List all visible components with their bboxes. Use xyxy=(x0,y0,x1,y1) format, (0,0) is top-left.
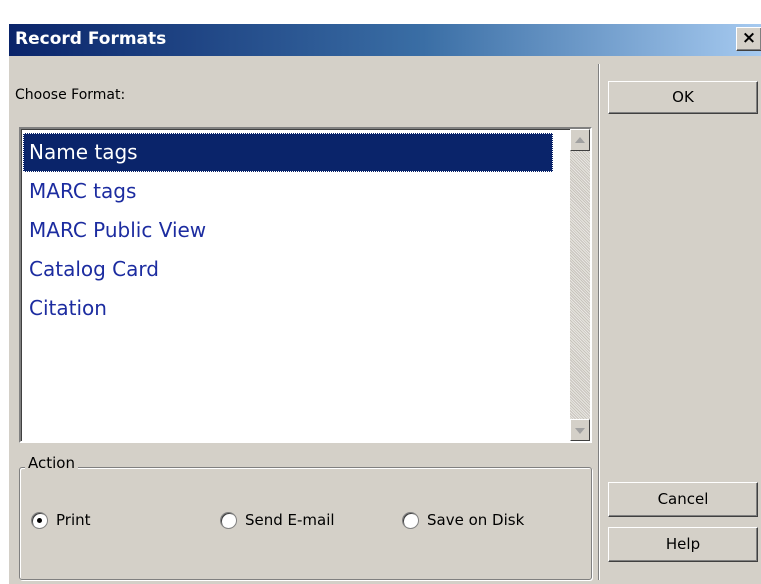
list-item-marc-public-view[interactable]: MARC Public View xyxy=(23,211,553,250)
list-item-name-tags[interactable]: Name tags xyxy=(23,133,553,172)
vertical-divider xyxy=(598,64,600,580)
chevron-up-icon xyxy=(575,137,585,143)
cancel-button[interactable]: Cancel xyxy=(608,482,758,517)
radio-unchecked-icon xyxy=(220,511,237,529)
dialog-title: Record Formats xyxy=(15,29,167,49)
radio-save-on-disk[interactable]: Save on Disk xyxy=(402,508,524,532)
choose-format-label: Choose Format: xyxy=(15,87,126,103)
close-icon: × xyxy=(741,28,757,48)
list-item-catalog-card[interactable]: Catalog Card xyxy=(23,250,553,289)
scroll-down-button[interactable] xyxy=(570,419,590,441)
help-button[interactable]: Help xyxy=(608,527,758,562)
action-legend: Action xyxy=(25,454,78,472)
list-item-citation[interactable]: Citation xyxy=(23,289,553,328)
chevron-down-icon xyxy=(575,428,585,434)
radio-checked-icon xyxy=(31,511,48,529)
radio-send-email-label: Send E-mail xyxy=(245,511,335,529)
radio-save-on-disk-label: Save on Disk xyxy=(427,511,525,529)
close-button[interactable]: × xyxy=(736,27,761,51)
radio-send-email[interactable]: Send E-mail xyxy=(220,508,335,532)
radio-unchecked-icon xyxy=(402,511,419,529)
ok-button[interactable]: OK xyxy=(608,81,758,114)
list-item-marc-tags[interactable]: MARC tags xyxy=(23,172,553,211)
radio-print-label: Print xyxy=(56,511,91,529)
format-listbox[interactable]: Name tags MARC tags MARC Public View Cat… xyxy=(19,127,592,443)
scroll-up-button[interactable] xyxy=(570,129,590,151)
title-bar[interactable]: Record Formats × xyxy=(9,24,761,56)
radio-print[interactable]: Print xyxy=(31,508,91,532)
record-formats-dialog: Record Formats × Choose Format: Name tag… xyxy=(8,24,761,584)
vertical-scrollbar[interactable] xyxy=(570,129,590,441)
